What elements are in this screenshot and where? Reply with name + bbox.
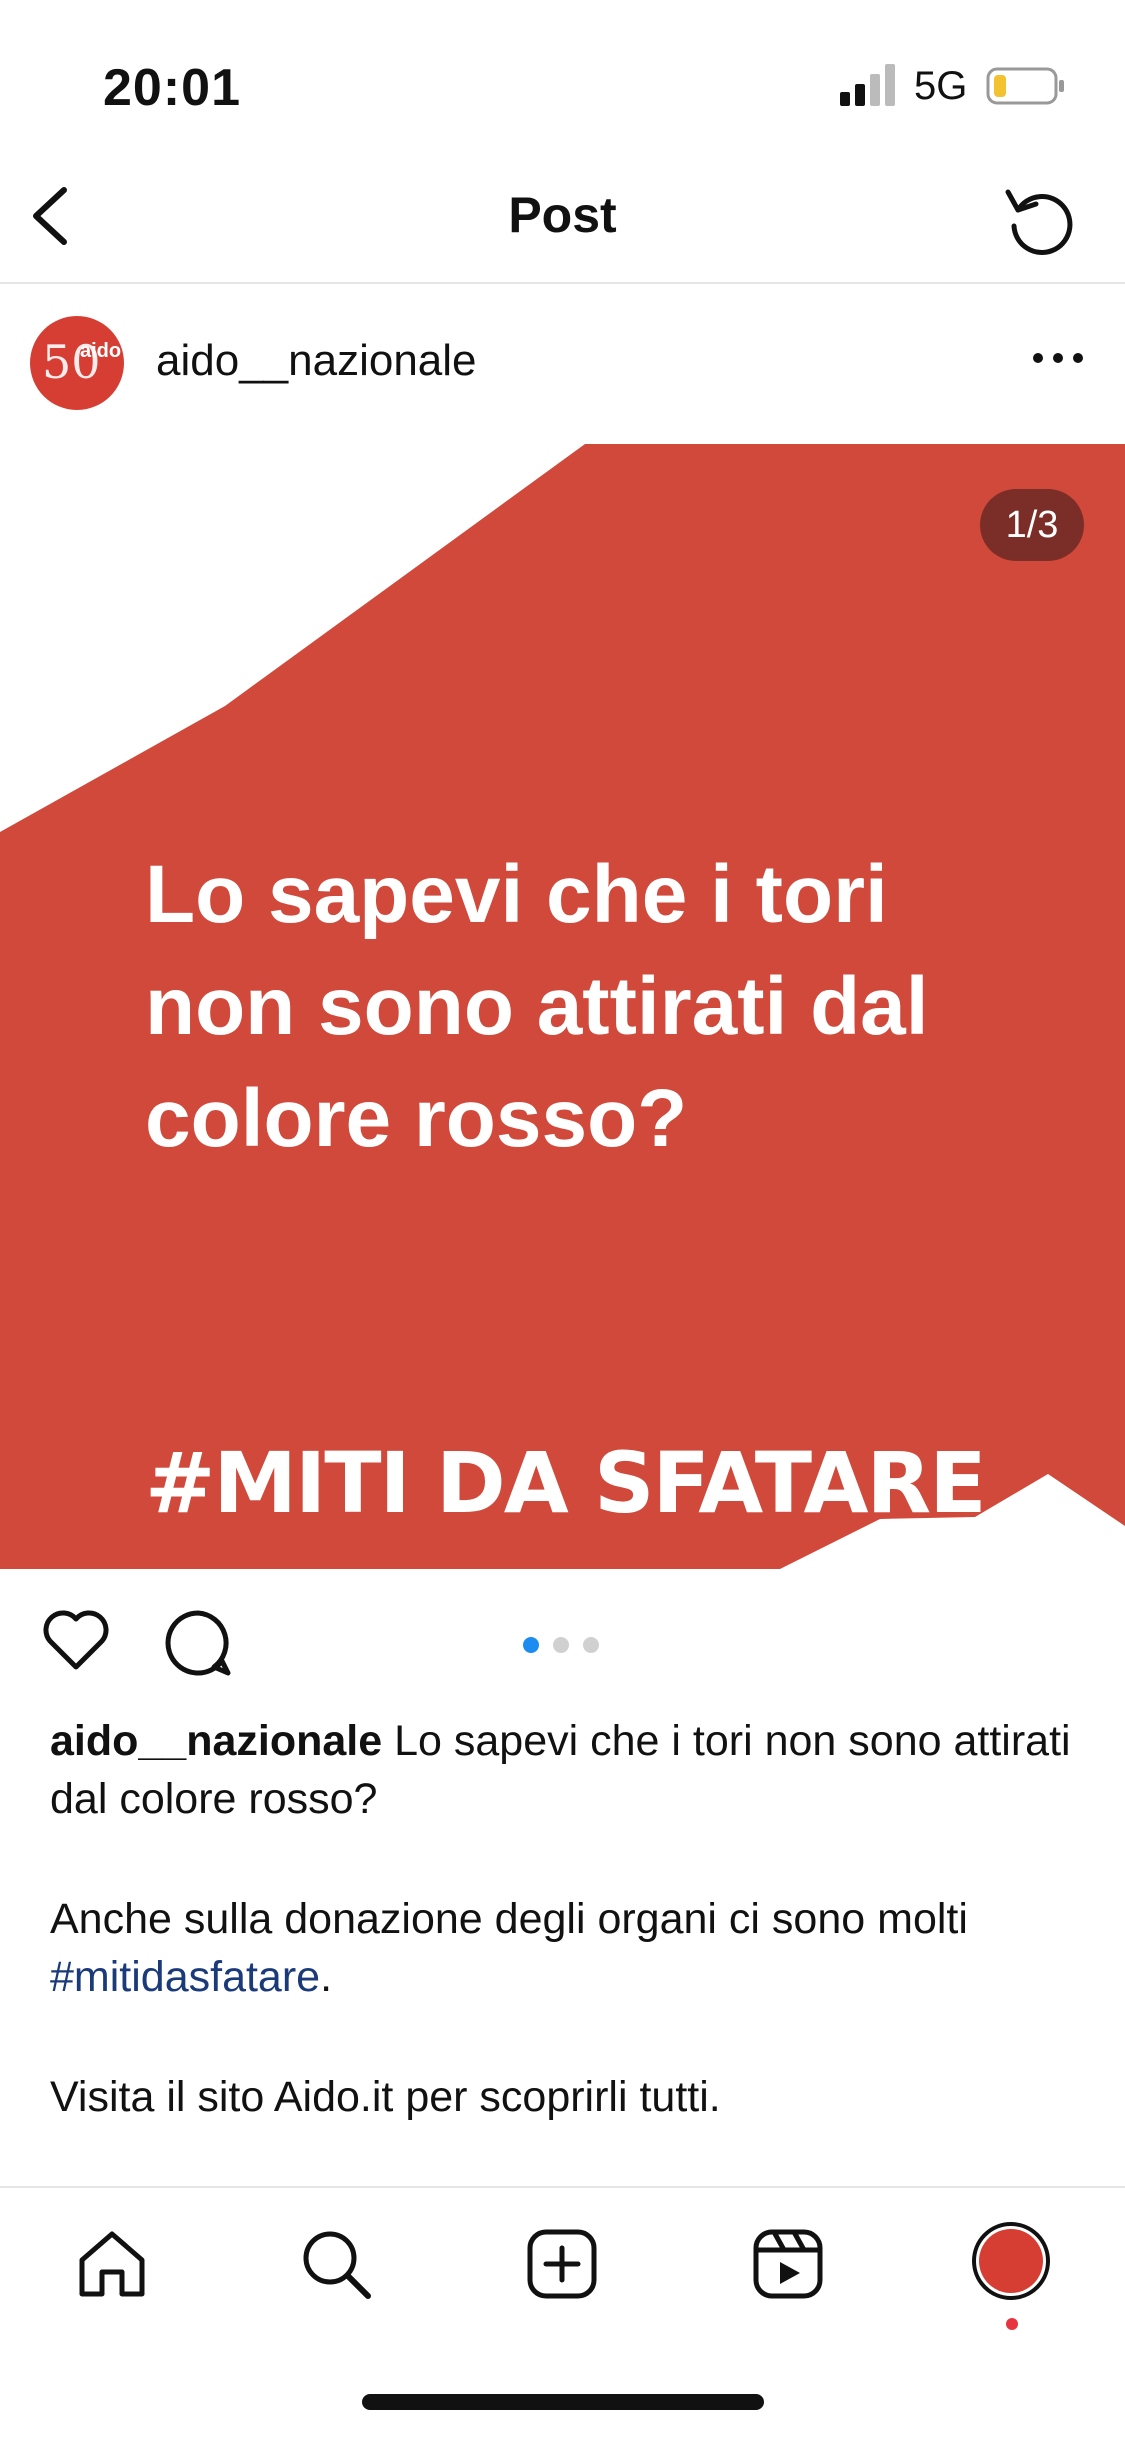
status-bar: 20:01 5G (0, 0, 1125, 150)
profile-avatar-tab[interactable] (972, 2222, 1050, 2300)
caption-username[interactable]: aido__nazionale (50, 1717, 382, 1765)
home-indicator[interactable] (362, 2394, 764, 2410)
nav-bar: Post (0, 150, 1125, 284)
post-caption: aido__nazionale Lo sapevi che i tori non… (50, 1712, 1080, 2126)
carousel-dot-3 (583, 1637, 599, 1653)
carousel-dot-2 (553, 1637, 569, 1653)
comment-icon[interactable] (162, 1607, 234, 1679)
caption-text-2: Anche sulla donazione degli organi ci so… (50, 1895, 968, 1943)
carousel-dots (523, 1637, 603, 1657)
caption-line-3: Visita il sito Aido.it per scoprirli tut… (50, 2073, 721, 2121)
home-icon[interactable] (72, 2224, 152, 2304)
post-header: 50 aido aido__nazionale (0, 284, 1125, 445)
create-post-icon[interactable] (522, 2224, 602, 2304)
page-title: Post (508, 187, 617, 243)
carousel-counter: 1/3 (980, 489, 1084, 561)
post-image[interactable]: 1/3 Lo sapevi che i tori non sono attira… (0, 444, 1125, 1569)
network-label: 5G (914, 64, 968, 108)
post-actions (0, 1575, 1125, 1705)
more-options-icon[interactable] (1030, 338, 1086, 378)
search-icon[interactable] (296, 2224, 376, 2304)
carousel-dot-1 (523, 1637, 539, 1653)
caption-text-2-end: . (320, 1953, 333, 2001)
signal-icon (840, 64, 895, 106)
battery-icon (986, 67, 1064, 105)
reels-icon[interactable] (748, 2224, 828, 2304)
avatar[interactable]: 50 aido (30, 316, 124, 410)
caption-line-2: Anche sulla donazione degli organi ci so… (50, 1890, 1080, 2006)
like-heart-icon[interactable] (40, 1607, 112, 1673)
notification-dot (1006, 2318, 1018, 2330)
image-hashtag: #MITI DA SFATARE (145, 1434, 987, 1532)
caption-hashtag-link[interactable]: #mitidasfatare (50, 1953, 320, 2001)
status-time: 20:01 (103, 59, 241, 117)
refresh-icon[interactable] (1000, 180, 1080, 260)
post-username[interactable]: aido__nazionale (156, 336, 477, 386)
image-headline: Lo sapevi che i tori non sono attirati d… (145, 849, 929, 1164)
avatar-logo-icon: 50 (42, 335, 101, 389)
avatar-text: aido (80, 340, 122, 362)
caption-line-1: aido__nazionale Lo sapevi che i tori non… (50, 1712, 1080, 1828)
